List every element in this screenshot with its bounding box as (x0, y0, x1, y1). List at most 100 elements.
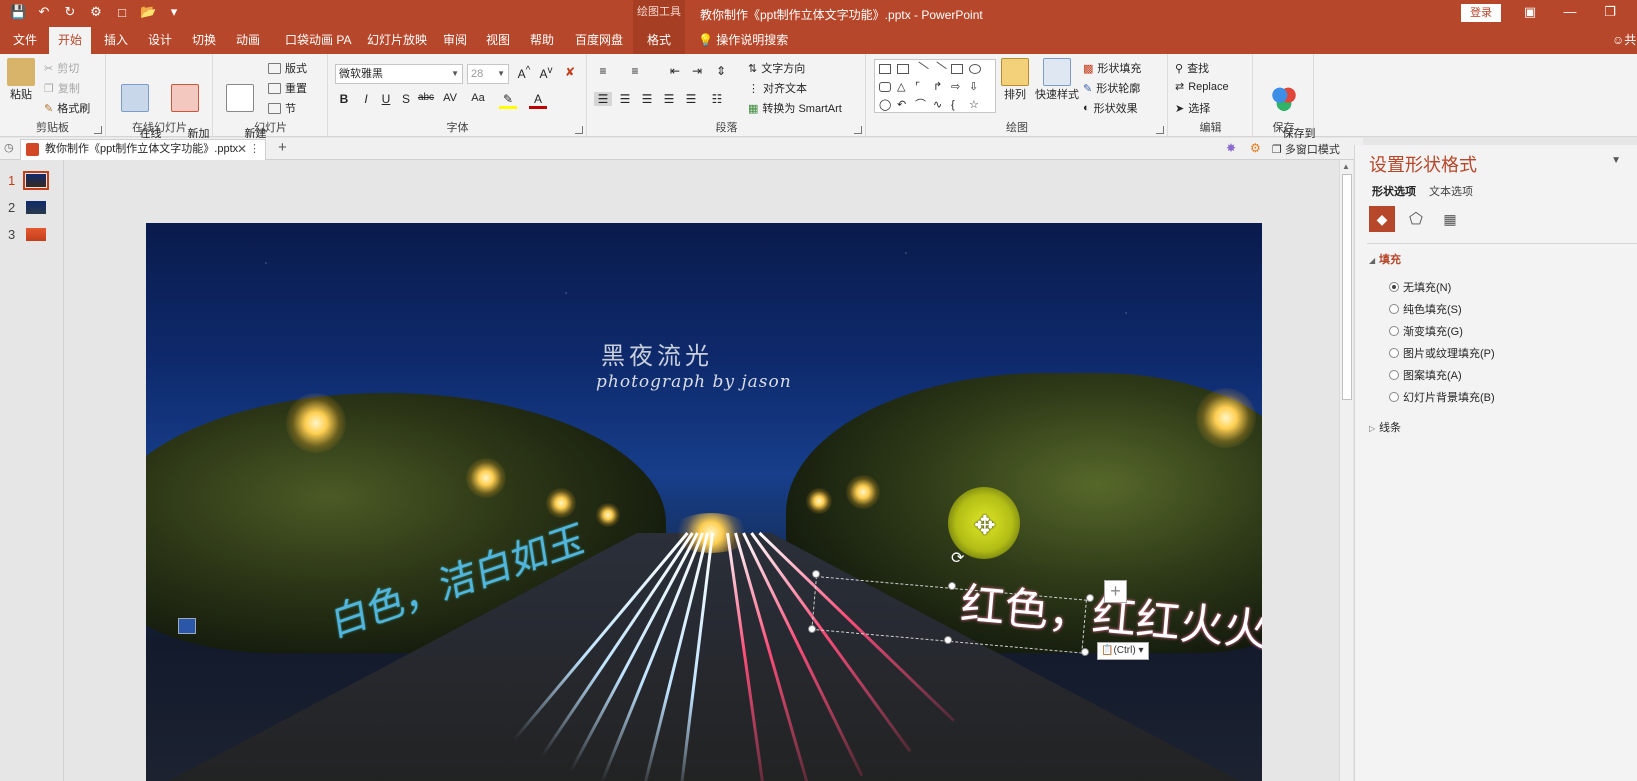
resize-handle[interactable] (808, 625, 816, 633)
login-button[interactable]: 登录 (1461, 4, 1501, 22)
brace-shape-icon[interactable]: { (951, 100, 963, 111)
paste-options-button[interactable]: 📋(Ctrl) ▾ (1097, 642, 1149, 660)
dialog-launcher-icon[interactable] (94, 126, 102, 134)
fill-line-icon[interactable]: ◆ (1369, 206, 1395, 232)
curve-shape-icon[interactable]: ↶ (897, 100, 909, 111)
tab-shape-options[interactable]: 形状选项 (1372, 183, 1416, 199)
copy-button[interactable]: ❐ 复制 (44, 80, 80, 96)
arrow-shape-icon[interactable] (931, 61, 947, 77)
minimize-icon[interactable]: — (1560, 4, 1580, 19)
align-left-icon[interactable]: ☰ (594, 92, 612, 106)
font-color-icon[interactable]: A (529, 92, 547, 109)
ribbon-display-icon[interactable]: ▣ (1520, 4, 1540, 20)
open-icon[interactable]: 📂 (140, 4, 156, 20)
scroll-up-icon[interactable]: ▲ (1342, 162, 1350, 171)
vertical-textbox-shape-icon[interactable] (897, 64, 909, 74)
radio-button[interactable] (1389, 282, 1399, 292)
triangle-shape-icon[interactable]: △ (897, 82, 909, 93)
redo-icon[interactable]: ↻ (62, 4, 78, 20)
tab-format[interactable]: 格式 (633, 27, 685, 54)
tab-design[interactable]: 设计 (139, 27, 181, 54)
right-arrow-shape-icon[interactable]: ⇨ (951, 82, 963, 93)
tab-insert[interactable]: 插入 (95, 27, 137, 54)
underline-icon[interactable]: U (377, 92, 395, 106)
arrange-button[interactable]: 排列 (999, 58, 1031, 102)
size-properties-icon[interactable]: ▦ (1437, 206, 1463, 232)
decrease-indent-icon[interactable]: ⇤ (666, 64, 684, 78)
tab-history-icon[interactable]: ◷ (4, 141, 14, 154)
paste-button[interactable]: 粘贴 (6, 58, 36, 102)
resize-handle[interactable] (948, 582, 956, 590)
resize-handle[interactable] (1086, 594, 1094, 602)
align-right-icon[interactable]: ☰ (638, 92, 656, 106)
multi-window-mode-button[interactable]: ❐ 多窗口模式 (1272, 141, 1340, 157)
align-text-button[interactable]: ⋮ 对齐文本 (748, 80, 807, 96)
slide-canvas[interactable]: 黑夜流光 photograph by jason 白色，洁白如玉 红色，红红火火 (146, 223, 1262, 781)
down-arrow-shape-icon[interactable]: ⇩ (969, 82, 981, 93)
strikethrough-icon[interactable]: abc (417, 92, 435, 103)
effects-pentagon-icon[interactable]: ⬠ (1403, 206, 1429, 232)
freeform-shape-icon[interactable]: ◯ (879, 100, 891, 111)
star-shape-icon[interactable]: ☆ (969, 100, 981, 111)
char-spacing-icon[interactable]: AV (441, 92, 459, 104)
radio-picture-fill[interactable]: 图片或纹理填充(P) (1389, 345, 1495, 361)
clear-format-icon[interactable]: ✘ (561, 65, 579, 79)
dialog-launcher-icon[interactable] (575, 126, 583, 134)
line-spacing-icon[interactable]: ⇕ (712, 64, 730, 78)
document-tab[interactable]: 教你制作《ppt制作立体文字功能》.pptx ✕ ⋮ (20, 139, 266, 160)
reset-button[interactable]: 重置 (268, 80, 307, 96)
format-painter-button[interactable]: ✎ 格式刷 (44, 100, 90, 116)
shape-outline-button[interactable]: ✎ 形状轮廓 (1083, 80, 1140, 96)
tab-view[interactable]: 视图 (477, 27, 519, 54)
columns-icon[interactable]: ☷ (708, 92, 726, 106)
align-center-icon[interactable]: ☰ (616, 92, 634, 106)
rounded-rect-shape-icon[interactable] (879, 82, 891, 92)
fill-section-header[interactable]: ◢ 填充 (1369, 251, 1401, 267)
elbow-connector-shape-icon[interactable]: ↱ (933, 82, 945, 93)
shrink-font-icon[interactable]: Av (537, 65, 555, 81)
change-case-icon[interactable]: Aa (469, 92, 487, 104)
shape-effects-button[interactable]: ◐ 形状效果 (1083, 100, 1138, 116)
grow-font-icon[interactable]: A^ (515, 65, 533, 81)
dialog-launcher-icon[interactable] (854, 126, 862, 134)
radio-pattern-fill[interactable]: 图案填充(A) (1389, 367, 1462, 383)
resize-handle[interactable] (1081, 648, 1089, 656)
tab-baidu-netdisk[interactable]: 百度网盘 (566, 27, 632, 54)
restore-icon[interactable]: ❐ (1600, 4, 1620, 20)
radio-solid-fill[interactable]: 纯色填充(S) (1389, 301, 1462, 317)
shapes-gallery[interactable]: △ ⌜ ↱ ⇨ ⇩ ◯ ↶ ⌒ ∿ { ☆ (874, 59, 996, 113)
customize-icon[interactable]: ▾ (166, 4, 182, 20)
quick-styles-button[interactable]: 快速样式 (1035, 58, 1079, 102)
bullets-icon[interactable]: ≡ (594, 64, 612, 78)
radio-slide-background-fill[interactable]: 幻灯片背景填充(B) (1389, 389, 1495, 405)
section-button[interactable]: 节 (268, 100, 296, 116)
tab-transitions[interactable]: 切换 (183, 27, 225, 54)
arc-shape-icon[interactable]: ⌒ (915, 100, 927, 111)
tab-animations[interactable]: 动画 (227, 27, 269, 54)
font-name-combo[interactable]: 微软雅黑 ▼ (335, 64, 463, 84)
tab-pocket-animation[interactable]: 口袋动画 PA (276, 27, 360, 54)
new-icon[interactable]: □ (114, 5, 130, 20)
radio-button[interactable] (1389, 304, 1399, 314)
tab-review[interactable]: 审阅 (434, 27, 476, 54)
scrollbar-thumb[interactable] (1342, 174, 1352, 400)
slide-subtitle[interactable]: photograph by jason (596, 372, 792, 392)
slide-thumbnail[interactable]: 2 (0, 198, 64, 218)
tab-help[interactable]: 帮助 (521, 27, 563, 54)
replace-button[interactable]: ⇄ Replace (1175, 80, 1229, 94)
rectangle-shape-icon[interactable] (951, 64, 963, 74)
radio-gradient-fill[interactable]: 渐变填充(G) (1389, 323, 1463, 339)
chevron-down-icon[interactable]: ▼ (1611, 155, 1621, 166)
radio-button[interactable] (1389, 370, 1399, 380)
radio-button[interactable] (1389, 392, 1399, 402)
resize-handle[interactable] (944, 636, 952, 644)
tab-home[interactable]: 开始 (49, 27, 92, 54)
justify-icon[interactable]: ☰ (660, 92, 678, 106)
italic-icon[interactable]: I (357, 92, 375, 106)
shape-fill-button[interactable]: ▩ 形状填充 (1083, 60, 1141, 76)
layout-button[interactable]: 版式 (268, 60, 307, 76)
tab-file[interactable]: 文件 (4, 27, 46, 54)
highlight-icon[interactable]: ✎ (499, 92, 517, 109)
find-button[interactable]: ⚲ 查找 (1175, 60, 1209, 76)
add-element-button[interactable]: + (1104, 580, 1127, 603)
